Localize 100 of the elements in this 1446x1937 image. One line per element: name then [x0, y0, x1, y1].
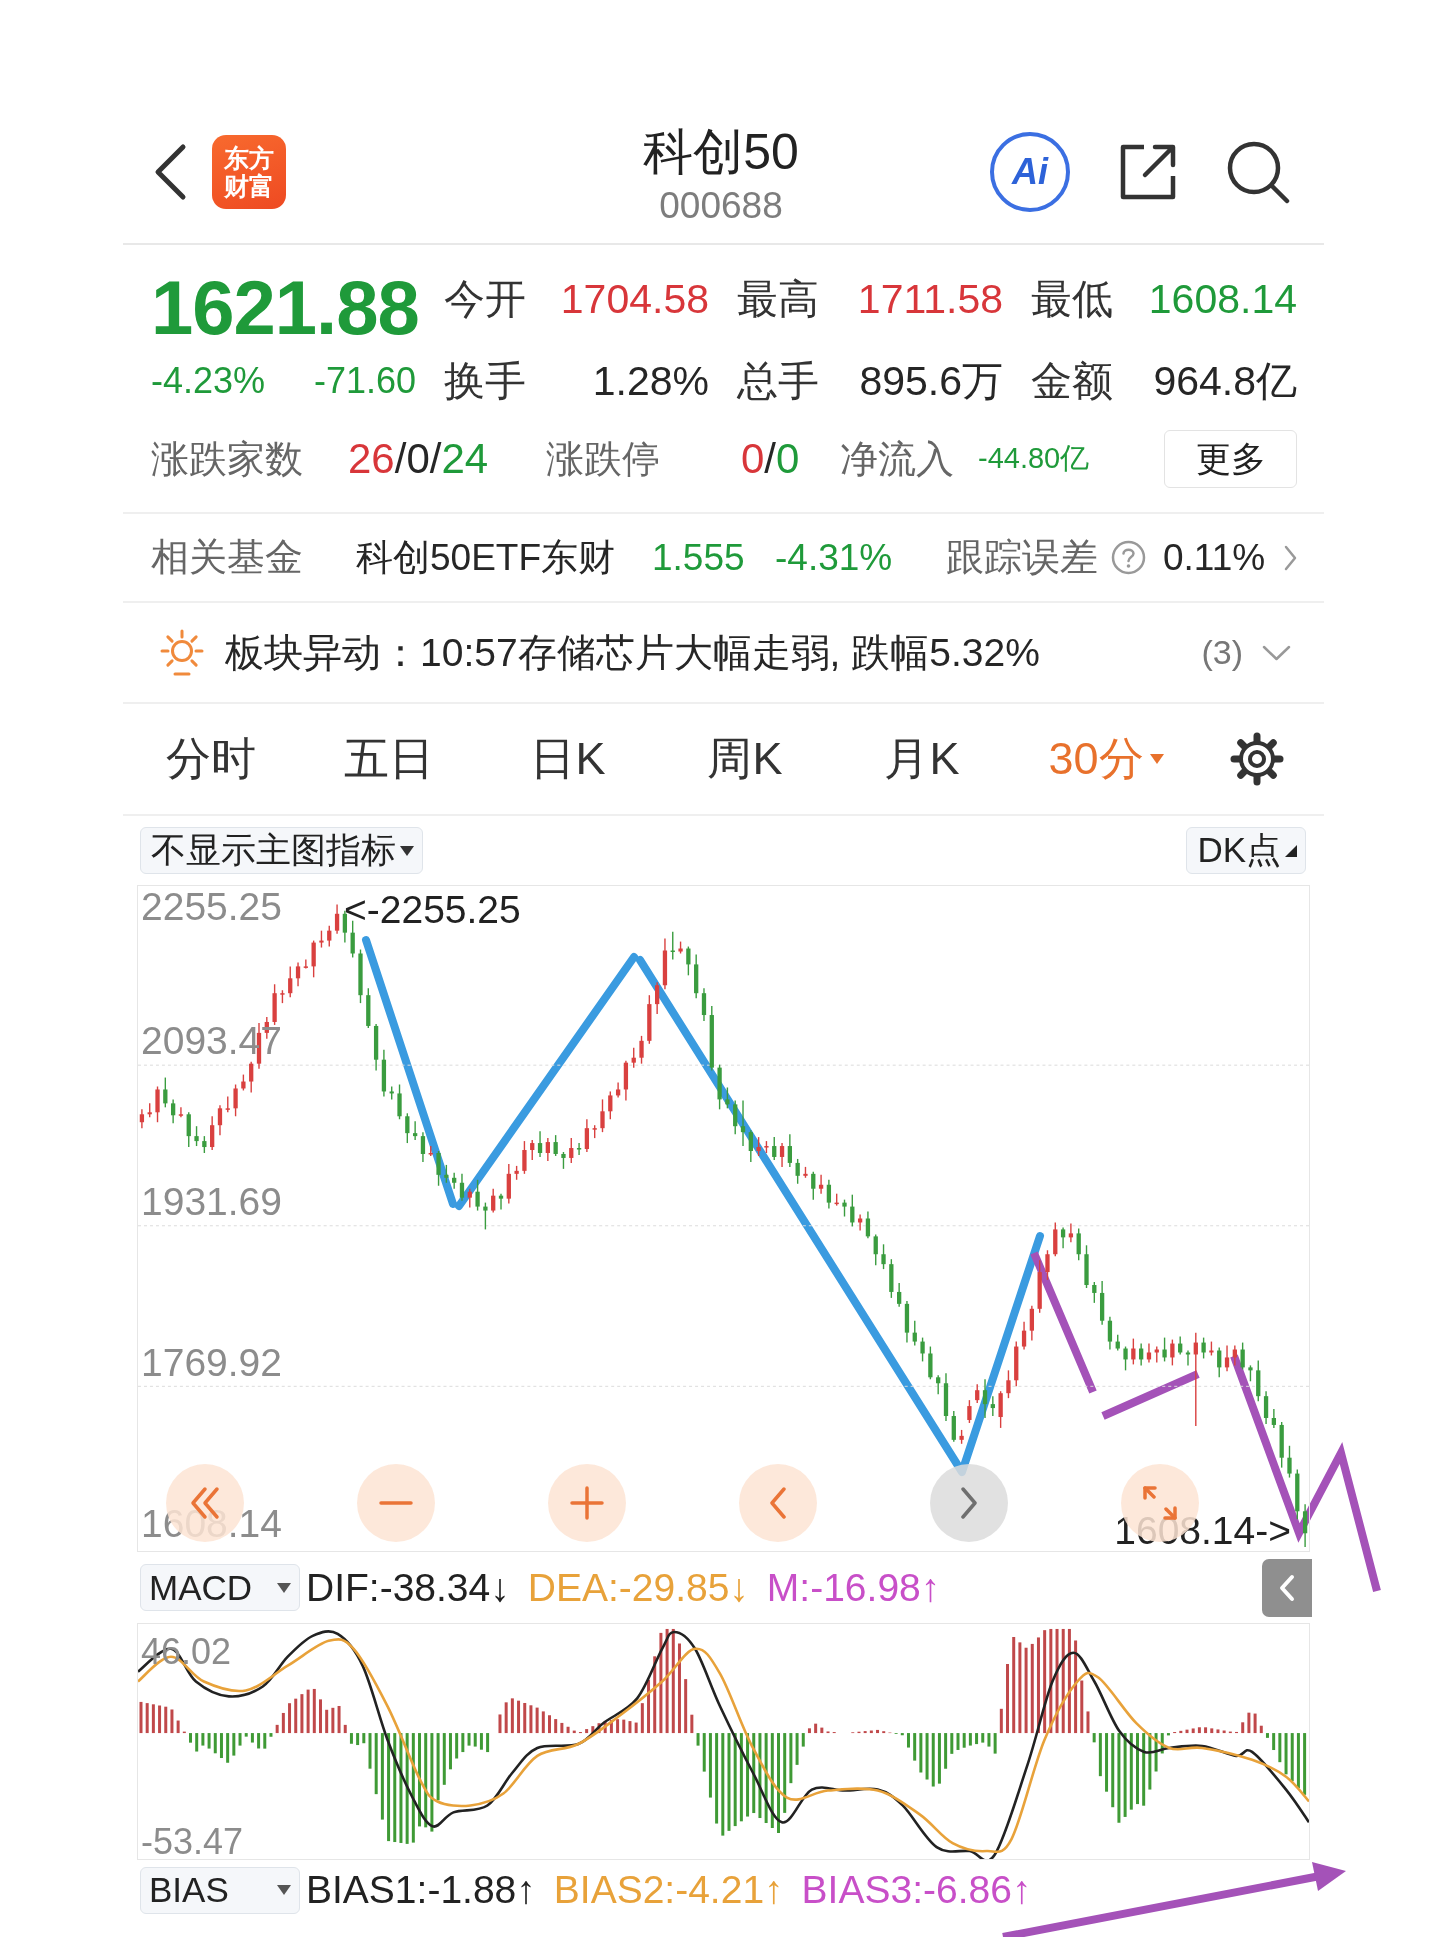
candlestick [818, 1174, 824, 1195]
candlestick [178, 1106, 184, 1118]
candlestick [139, 1108, 145, 1129]
period-tab[interactable]: 日K [530, 729, 606, 789]
candlestick [779, 1142, 785, 1168]
candlestick [795, 1158, 800, 1185]
price-axis-label: 1931.69 [141, 1181, 282, 1221]
candlestick [1029, 1305, 1035, 1342]
candlestick [467, 1188, 472, 1209]
more-button[interactable]: 更多 [1164, 430, 1297, 488]
candlestick [1201, 1336, 1206, 1360]
candlestick [452, 1172, 457, 1190]
candlestick [397, 1083, 402, 1120]
candlestick [881, 1243, 886, 1270]
chevron-right-icon [961, 1487, 977, 1519]
limit-count: 0/0 [741, 435, 801, 483]
period-tab[interactable]: 分时 [166, 729, 256, 789]
sector-alert-row[interactable]: 板块异动：10:57存储芯片大幅走弱, 跌幅5.32% (3) [123, 603, 1324, 704]
fund-price: 1.555 [652, 536, 746, 579]
dk-point-button[interactable]: DK点 [1186, 827, 1306, 874]
candlestick [1060, 1226, 1066, 1249]
candlestick [951, 1410, 956, 1443]
fund-name: 科创50ETF东财 [356, 535, 617, 580]
candlestick [1076, 1227, 1081, 1261]
candlestick [975, 1383, 980, 1404]
candlestick [295, 961, 301, 987]
candlestick [288, 965, 293, 998]
candlestick [967, 1399, 972, 1424]
candlestick [483, 1201, 488, 1231]
bias-select[interactable]: BIAS [140, 1866, 300, 1914]
candlestick [186, 1111, 191, 1148]
chevron-down-icon [1262, 644, 1291, 661]
period-tab[interactable]: 周K [707, 729, 783, 789]
macd-axis-label: -53.47 [141, 1824, 244, 1860]
candlestick [1224, 1344, 1230, 1373]
period-tab[interactable]: 五日 [344, 729, 434, 789]
candlestick [334, 903, 340, 935]
candlestick [1263, 1390, 1269, 1425]
last-price: 1621.88 [151, 270, 416, 346]
inflow-value: -44.80亿 [978, 441, 1091, 476]
main-indicator-select[interactable]: 不显示主图指标 [140, 827, 423, 874]
chart-settings-button[interactable] [1230, 732, 1284, 786]
candlestick [420, 1131, 426, 1163]
candlestick [1162, 1336, 1167, 1363]
ai-button[interactable]: Ai [990, 131, 1070, 212]
candlestick [631, 1047, 636, 1069]
settings-icon [1230, 732, 1284, 786]
bias-value: BIAS2:-4.21↑ [553, 1868, 784, 1912]
candlestick [1271, 1408, 1277, 1429]
candlestick [522, 1140, 527, 1175]
candlestick [787, 1133, 792, 1168]
caret-icon [277, 1885, 291, 1895]
index-code: 000688 [659, 185, 783, 227]
candlestick [998, 1390, 1003, 1429]
candlestick [303, 958, 308, 970]
candlestick [733, 1099, 738, 1135]
stat-value: 1608.14 [1148, 275, 1297, 323]
candlestick [725, 1086, 730, 1110]
inflow-label: 净流入 [840, 436, 955, 482]
candlestick [639, 1035, 644, 1065]
candlestick [1021, 1321, 1027, 1351]
app-logo: 东方 财富 [212, 134, 286, 209]
caret-icon [277, 1582, 291, 1593]
candlestick [584, 1118, 590, 1153]
related-fund-row[interactable]: 相关基金 科创50ETF东财 1.555 -4.31% 跟踪误差 0.11% [123, 514, 1324, 603]
stat-label: 换手 [444, 356, 526, 406]
low-price-marker: 1608.14-> [1114, 1511, 1291, 1550]
caret-icon [400, 845, 414, 856]
fund-change: -4.31% [775, 536, 894, 579]
tracking-error: 0.11% [1163, 536, 1267, 579]
stat-value: 1.28% [592, 357, 709, 405]
high-price-marker: <-2255.25 [344, 890, 521, 929]
bias-value: BIAS3:-6.86↑ [801, 1868, 1032, 1912]
candlestick [608, 1090, 613, 1120]
sun-icon [158, 628, 206, 677]
search-button[interactable] [1226, 139, 1290, 204]
collapse-tab[interactable] [1262, 1558, 1312, 1617]
candlestick [928, 1345, 933, 1380]
candlestick [982, 1378, 988, 1419]
candlestick [545, 1137, 550, 1162]
candlestick [912, 1320, 917, 1347]
candlestick [1068, 1222, 1074, 1244]
candlestick [655, 981, 660, 1015]
caret-icon [1149, 754, 1164, 764]
stat-value: 895.6万 [859, 356, 1003, 406]
candlestick [1092, 1281, 1097, 1304]
candlestick [498, 1192, 504, 1211]
macd-select[interactable]: MACD [140, 1564, 300, 1611]
candlestick [756, 1136, 761, 1157]
candlestick [701, 987, 707, 1022]
macd-value: DIF:-38.34↓ [306, 1565, 510, 1610]
candlestick [491, 1188, 496, 1214]
candlestick [530, 1139, 535, 1161]
period-tab[interactable]: 月K [884, 729, 960, 789]
stat-label: 最高 [737, 274, 819, 324]
candlestick [826, 1179, 832, 1210]
candlestick [194, 1125, 199, 1147]
minus-icon [379, 1501, 413, 1505]
chevron-left-icon [770, 1487, 786, 1519]
stat-label: 总手 [737, 356, 819, 406]
